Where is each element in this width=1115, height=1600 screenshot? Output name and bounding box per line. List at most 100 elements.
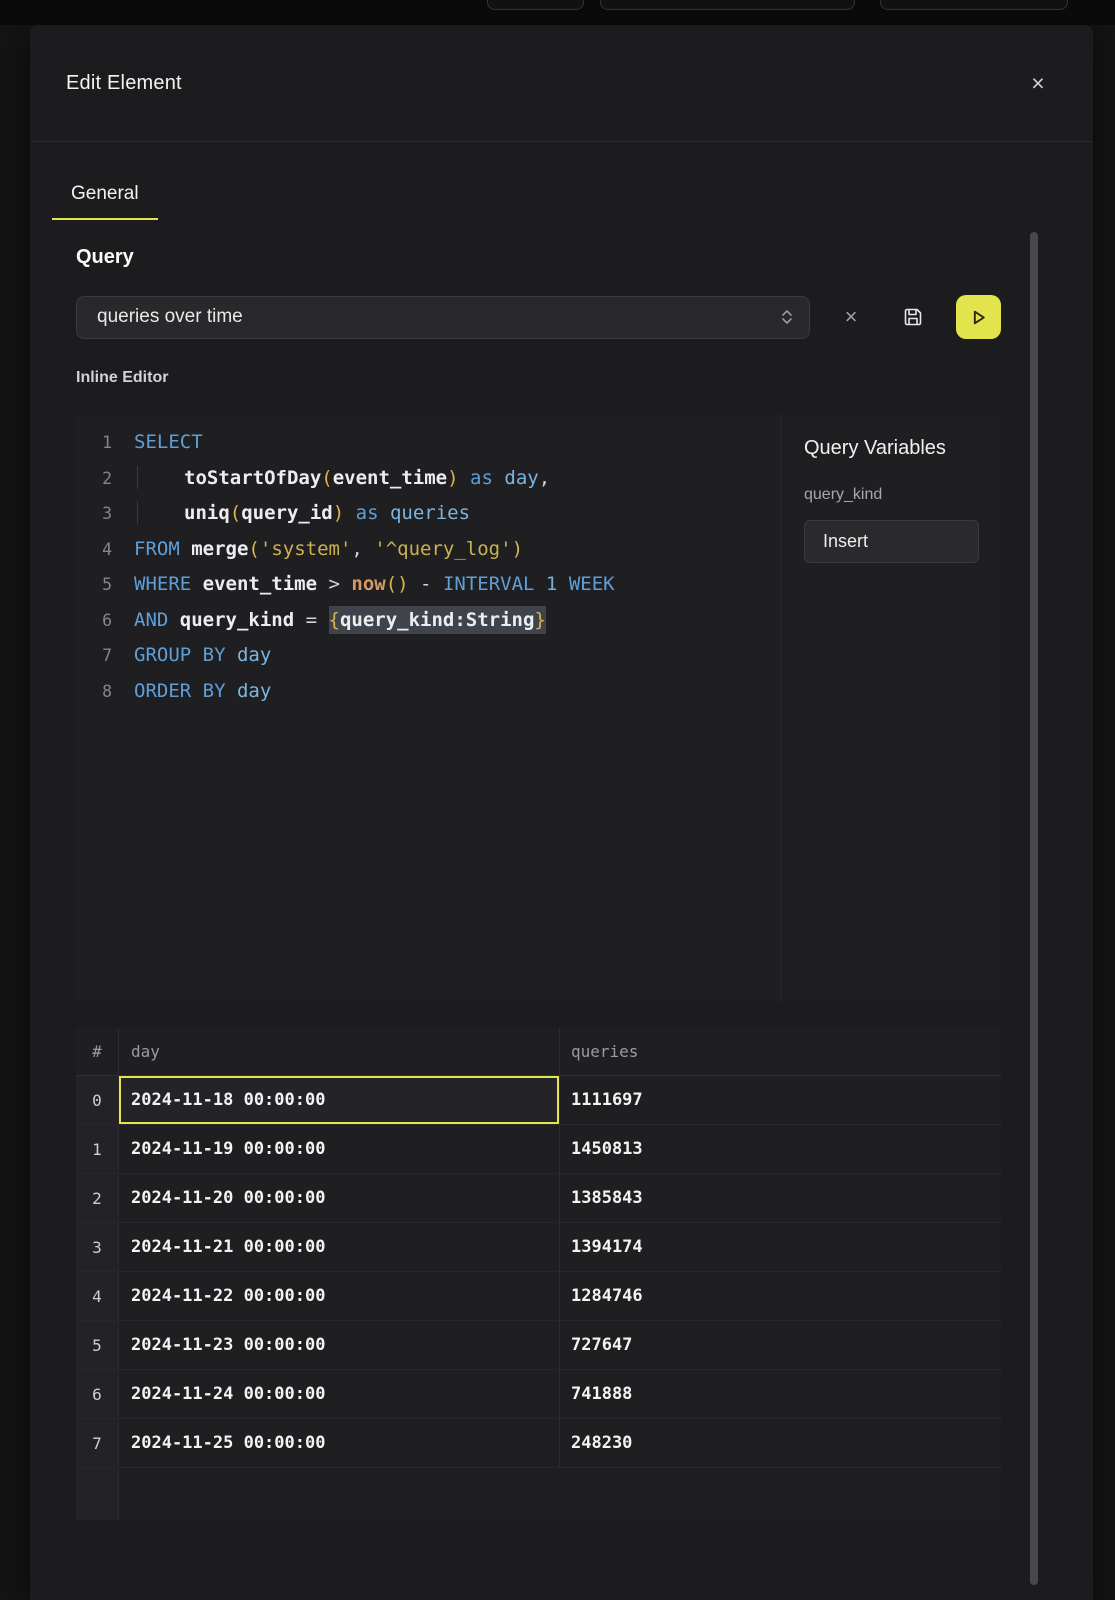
code-token: (	[230, 502, 241, 524]
code-token	[168, 609, 179, 631]
code-token: )	[512, 538, 523, 560]
code-token: ,	[539, 467, 550, 489]
line-number: 7	[76, 638, 112, 674]
queries-cell[interactable]: 1111697	[560, 1076, 1001, 1124]
modal-header: Edit Element ×	[30, 25, 1093, 142]
queries-cell[interactable]: 727647	[560, 1321, 1001, 1369]
tab-general[interactable]: General	[52, 170, 158, 220]
code-token: AND	[134, 609, 168, 631]
row-index-cell[interactable]: 0	[76, 1076, 119, 1124]
column-header-index: #	[76, 1028, 119, 1075]
table-row: 52024-11-23 00:00:00727647	[76, 1321, 1001, 1370]
close-button[interactable]: ×	[1021, 66, 1055, 100]
day-cell[interactable]: 2024-11-19 00:00:00	[119, 1125, 560, 1173]
row-index-cell[interactable]: 2	[76, 1174, 119, 1222]
code-line[interactable]: 7GROUP BY day	[76, 638, 780, 674]
saved-query-select[interactable]: queries over time	[76, 296, 810, 339]
query-variables-heading: Query Variables	[804, 437, 1001, 460]
query-section-heading: Query	[76, 246, 1093, 269]
save-query-button[interactable]	[893, 297, 933, 337]
code-line[interactable]: 5WHERE event_time > now() - INTERVAL 1 W…	[76, 567, 780, 603]
table-row: 12024-11-19 00:00:001450813	[76, 1125, 1001, 1174]
code-line[interactable]: 4FROM merge('system', '^query_log')	[76, 532, 780, 568]
code-token	[137, 501, 184, 524]
column-header-queries: queries	[560, 1028, 1001, 1075]
code-token	[191, 573, 202, 595]
code-token: as	[470, 467, 493, 489]
code-token: 1	[546, 573, 557, 595]
day-cell[interactable]: 2024-11-22 00:00:00	[119, 1272, 560, 1320]
variable-name-label: query_kind	[804, 486, 1001, 504]
row-index-cell[interactable]: 1	[76, 1125, 119, 1173]
code-token	[363, 538, 374, 560]
insert-variable-button[interactable]: Insert	[804, 520, 979, 563]
line-number: 8	[76, 674, 112, 710]
code-token: )	[333, 502, 344, 524]
column-header-day: day	[119, 1028, 560, 1075]
code-token: as	[356, 502, 379, 524]
code-token: query_kind:String	[340, 606, 534, 634]
background-control	[600, 0, 855, 10]
day-cell[interactable]: 2024-11-20 00:00:00	[119, 1174, 560, 1222]
inline-editor-label: Inline Editor	[76, 369, 1093, 387]
run-query-button[interactable]	[956, 295, 1001, 339]
query-controls-row: queries over time ×	[76, 295, 1093, 339]
code-token	[137, 466, 184, 489]
day-cell[interactable]: 2024-11-18 00:00:00	[119, 1076, 560, 1124]
background-control	[487, 0, 584, 10]
code-token: WHERE	[134, 573, 191, 595]
code-text: toStartOfDay(event_time) as day,	[134, 467, 550, 489]
queries-cell[interactable]: 741888	[560, 1370, 1001, 1418]
queries-cell[interactable]: 248230	[560, 1419, 1001, 1467]
code-token: 'system'	[260, 538, 352, 560]
code-token: =	[294, 609, 328, 631]
day-cell[interactable]: 2024-11-24 00:00:00	[119, 1370, 560, 1418]
code-token	[534, 573, 545, 595]
table-row: 62024-11-24 00:00:00741888	[76, 1370, 1001, 1419]
select-stepper-icon	[779, 308, 795, 326]
code-token: merge	[191, 538, 248, 560]
code-line[interactable]: 8ORDER BY day	[76, 674, 780, 710]
code-token: {	[329, 606, 340, 634]
code-token: ,	[351, 538, 362, 560]
code-token: (	[386, 573, 397, 595]
table-filler-gutter	[76, 1468, 119, 1520]
code-line[interactable]: 1SELECT	[76, 425, 780, 461]
code-line[interactable]: 3uniq(query_id) as queries	[76, 496, 780, 532]
row-index-cell[interactable]: 5	[76, 1321, 119, 1369]
clear-query-button[interactable]: ×	[831, 297, 871, 337]
code-token: '^query_log'	[374, 538, 511, 560]
row-index-cell[interactable]: 4	[76, 1272, 119, 1320]
code-token: query_kind	[180, 609, 294, 631]
code-line[interactable]: 2toStartOfDay(event_time) as day,	[76, 461, 780, 497]
line-number: 5	[76, 567, 112, 603]
code-text: SELECT	[134, 431, 203, 453]
code-token: WEEK	[569, 573, 615, 595]
code-text: uniq(query_id) as queries	[134, 502, 470, 524]
code-editor: 1SELECT2toStartOfDay(event_time) as day,…	[76, 415, 1001, 1001]
code-line[interactable]: 6AND query_kind = {query_kind:String}	[76, 603, 780, 639]
queries-cell[interactable]: 1385843	[560, 1174, 1001, 1222]
code-text: AND query_kind = {query_kind:String}	[134, 609, 546, 631]
table-row: 42024-11-22 00:00:001284746	[76, 1272, 1001, 1321]
day-cell[interactable]: 2024-11-21 00:00:00	[119, 1223, 560, 1271]
edit-element-modal: Edit Element × General Query queries ove…	[30, 25, 1093, 1600]
code-token: toStartOfDay	[184, 467, 321, 489]
code-token: )	[447, 467, 458, 489]
day-cell[interactable]: 2024-11-23 00:00:00	[119, 1321, 560, 1369]
day-cell[interactable]: 2024-11-25 00:00:00	[119, 1419, 560, 1467]
code-token: day	[237, 644, 271, 666]
code-token	[379, 502, 390, 524]
code-lines[interactable]: 1SELECT2toStartOfDay(event_time) as day,…	[76, 415, 780, 1001]
modal-scrollbar-thumb[interactable]	[1030, 232, 1038, 1585]
code-token: day	[237, 680, 271, 702]
row-index-cell[interactable]: 3	[76, 1223, 119, 1271]
code-token: INTERVAL	[443, 573, 535, 595]
modal-body: Query queries over time ×	[30, 246, 1093, 1520]
code-token	[493, 467, 504, 489]
row-index-cell[interactable]: 6	[76, 1370, 119, 1418]
queries-cell[interactable]: 1394174	[560, 1223, 1001, 1271]
queries-cell[interactable]: 1284746	[560, 1272, 1001, 1320]
row-index-cell[interactable]: 7	[76, 1419, 119, 1467]
queries-cell[interactable]: 1450813	[560, 1125, 1001, 1173]
